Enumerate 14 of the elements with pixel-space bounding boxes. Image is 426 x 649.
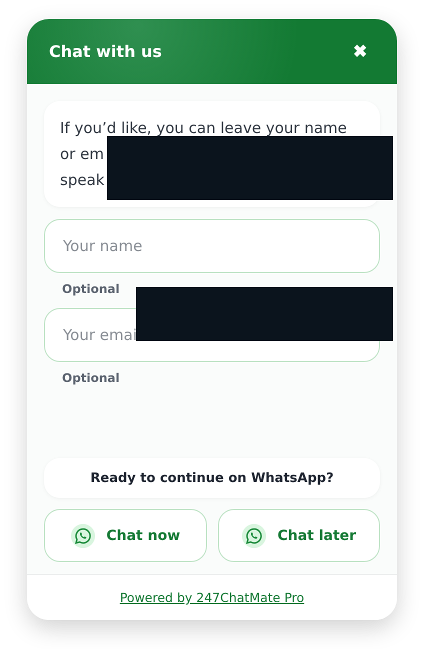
input-field[interactable]: Your name [44, 219, 380, 273]
chat-button[interactable]: Chat later [218, 509, 380, 562]
message-text: If you’d like, you can leave your name [60, 118, 348, 139]
chat-title: Chat with us [49, 42, 162, 61]
whatsapp-icon [241, 522, 268, 548]
field-hint: Optional [62, 282, 121, 296]
close-button[interactable]: ✖ [353, 41, 367, 62]
prompt-text: Ready to continue on WhatsApp? [44, 458, 380, 498]
message-text: speak [60, 170, 106, 191]
powered-by-link[interactable]: Powered by 247ChatMate Pro [120, 590, 304, 605]
field-hint: Optional [62, 371, 121, 385]
whatsapp-icon [70, 522, 96, 548]
message-text: or em [60, 144, 105, 165]
chat-button[interactable]: Chat now [44, 509, 206, 562]
